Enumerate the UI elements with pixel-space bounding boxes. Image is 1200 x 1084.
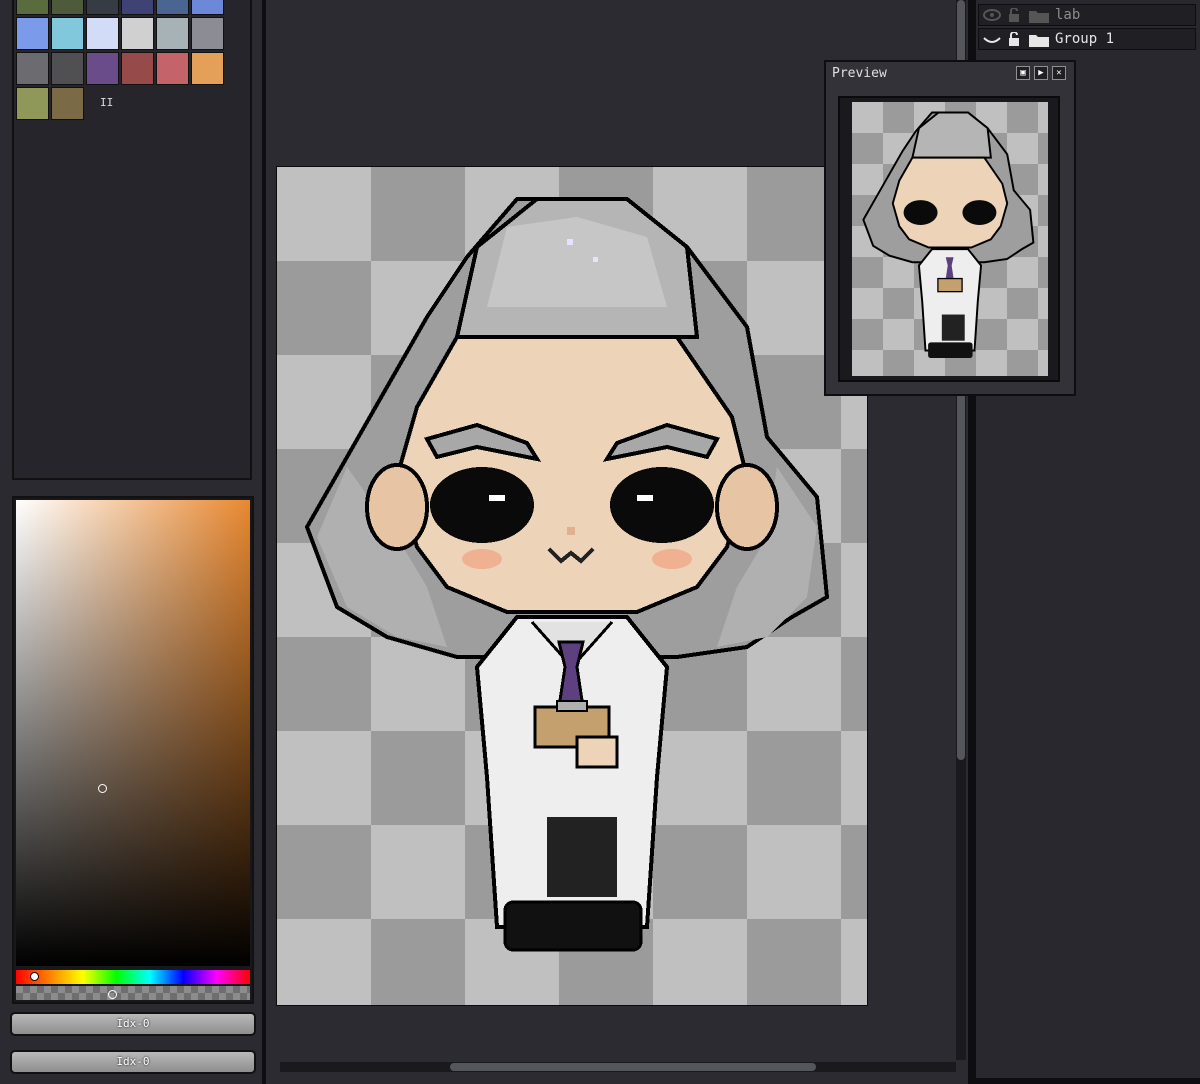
preview-artwork	[862, 111, 1035, 359]
play-icon[interactable]: ▶	[1034, 66, 1048, 80]
shoes	[503, 900, 643, 952]
folder-icon	[1029, 11, 1049, 23]
palette-panel: II	[12, 0, 252, 480]
ear-left	[365, 463, 429, 551]
preview-canvas[interactable]	[852, 102, 1048, 376]
panel-bottom-edge	[976, 1078, 1200, 1084]
layer-name[interactable]: lab	[1055, 7, 1080, 23]
eye-icon[interactable]	[983, 8, 1001, 22]
palette-swatch[interactable]	[86, 17, 119, 50]
sv-cursor[interactable]	[98, 784, 107, 793]
close-icon[interactable]: ✕	[1052, 66, 1066, 80]
hue-slider-handle[interactable]	[30, 972, 39, 981]
palette-swatch[interactable]	[86, 0, 119, 15]
pants	[547, 817, 617, 897]
eye-closed-icon[interactable]	[983, 32, 1001, 46]
folder-icon	[1029, 35, 1049, 47]
layer-row-lab[interactable]: lab	[978, 4, 1196, 26]
hue-slider[interactable]	[16, 970, 250, 984]
alpha-slider[interactable]	[16, 986, 250, 1000]
palette-swatch[interactable]	[191, 17, 224, 50]
preview-frame	[838, 96, 1060, 382]
fit-icon[interactable]: ▣	[1016, 66, 1030, 80]
palette-swatch[interactable]	[51, 0, 84, 15]
face	[394, 335, 750, 614]
palette-more-indicator[interactable]: II	[100, 96, 113, 109]
palette-swatch[interactable]	[121, 0, 154, 15]
palette-swatch[interactable]	[16, 87, 49, 120]
palette-swatch[interactable]	[51, 52, 84, 85]
palette-swatch[interactable]	[156, 0, 189, 15]
palette-swatch[interactable]	[16, 52, 49, 85]
ear-right	[715, 463, 779, 551]
palette-swatch[interactable]	[16, 17, 49, 50]
palette-swatch[interactable]	[51, 87, 84, 120]
secondary-color-index-field[interactable]: Idx-0	[10, 1050, 256, 1074]
unlock-icon[interactable]	[1007, 32, 1021, 46]
layer-name[interactable]: Group 1	[1055, 31, 1114, 47]
left-panel: II Idx-0 Idx-0	[0, 0, 262, 1084]
palette-swatch[interactable]	[121, 17, 154, 50]
color-picker	[12, 496, 254, 1004]
primary-color-index-field[interactable]: Idx-0	[10, 1012, 256, 1036]
sprite-canvas[interactable]	[276, 166, 868, 1006]
unlock-icon[interactable]	[1007, 8, 1021, 22]
eye-right	[610, 467, 714, 543]
horizontal-scrollbar[interactable]	[280, 1062, 956, 1072]
palette-swatch[interactable]	[86, 52, 119, 85]
palette-swatch[interactable]	[51, 17, 84, 50]
palette-swatch[interactable]	[156, 52, 189, 85]
sprite-artwork	[304, 197, 830, 952]
horizontal-scroll-thumb[interactable]	[450, 1063, 816, 1071]
palette-swatch[interactable]	[191, 0, 224, 15]
saturation-value-field[interactable]	[16, 500, 250, 966]
palette-swatch[interactable]	[156, 17, 189, 50]
preview-title: Preview	[832, 66, 887, 81]
layer-row-group-1[interactable]: Group 1	[978, 28, 1196, 50]
palette-swatch[interactable]	[16, 0, 49, 15]
eye-left	[430, 467, 534, 543]
preview-window[interactable]: Preview ▣ ▶ ✕	[824, 60, 1076, 396]
palette-swatch[interactable]	[121, 52, 154, 85]
alpha-slider-handle[interactable]	[108, 990, 117, 999]
palette-swatch[interactable]	[191, 52, 224, 85]
